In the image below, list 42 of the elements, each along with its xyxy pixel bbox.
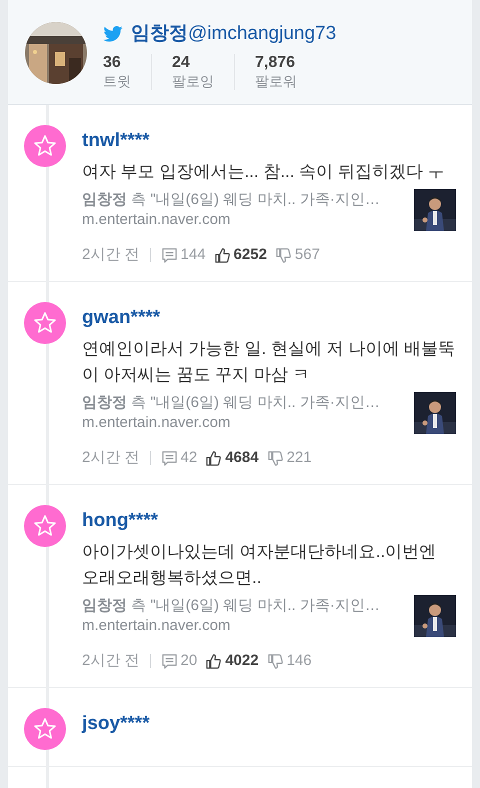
dislike-count: 221: [286, 448, 312, 468]
username[interactable]: jsoy****: [82, 712, 456, 736]
stat-label[interactable]: 팔로잉: [172, 72, 214, 90]
reply-count: 42: [180, 448, 198, 468]
stat-label[interactable]: 팔로워: [255, 72, 297, 90]
like-count: 6252: [234, 245, 267, 265]
comment-text: 아이가셋이나있는데 여자분대단하네요..이번엔 오래오래행복하셨으면..: [82, 541, 438, 589]
bird-icon: [103, 26, 123, 42]
comment-icon: [160, 246, 178, 264]
reply-count: 20: [180, 651, 198, 671]
stat-value[interactable]: 36: [103, 54, 131, 72]
timestamp: 2시간 전: [82, 245, 140, 265]
username[interactable]: tnwl****: [82, 129, 456, 153]
thumbs-up-icon[interactable]: [205, 652, 222, 670]
thumbs-up-icon[interactable]: [214, 246, 231, 264]
reply-count: 144: [180, 245, 206, 265]
like-count: 4022: [225, 651, 259, 671]
link-title[interactable]: 임창정 측 "내일(6일) 웨딩 마치.. 가족·지인…: [82, 596, 406, 616]
comment-icon: [160, 450, 178, 466]
stat-value[interactable]: 7,876: [255, 54, 297, 72]
link-domain[interactable]: m.entertain.naver.com: [82, 413, 406, 433]
like-count: 4684: [225, 448, 259, 468]
thumbs-down-icon[interactable]: [266, 450, 284, 466]
dislike-count: 146: [286, 651, 312, 671]
timestamp: 2시간 전: [82, 651, 140, 671]
dislike-count: 567: [294, 245, 320, 265]
link-domain[interactable]: m.entertain.naver.com: [82, 210, 406, 230]
comment-text: 연예인이라서 가능한 일. 현실에 저 나이에 배불뚝이 아저씨는 꿈도 꾸지 마삼 ㅋ: [82, 338, 456, 386]
comment-icon: [160, 652, 178, 670]
stat-value[interactable]: 24: [172, 54, 214, 72]
thumbs-up-icon[interactable]: [205, 450, 222, 466]
username[interactable]: hong****: [82, 509, 456, 533]
stat-label[interactable]: 트윗: [103, 72, 131, 90]
comment-text: 여자 부모 입장에서는... 참... 속이 뒤집히겠다 ㅜ: [82, 161, 446, 183]
timestamp: 2시간 전: [82, 448, 140, 468]
thumbs-down-icon[interactable]: [266, 652, 284, 670]
username[interactable]: gwan****: [82, 306, 456, 330]
thumbs-down-icon[interactable]: [274, 246, 292, 264]
link-domain[interactable]: m.entertain.naver.com: [82, 616, 406, 636]
link-title[interactable]: 임창정 측 "내일(6일) 웨딩 마치.. 가족·지인…: [82, 190, 406, 210]
profile-name[interactable]: 임창정@imchangjung73: [131, 22, 336, 46]
link-title[interactable]: 임창정 측 "내일(6일) 웨딩 마치.. 가족·지인…: [82, 393, 406, 413]
